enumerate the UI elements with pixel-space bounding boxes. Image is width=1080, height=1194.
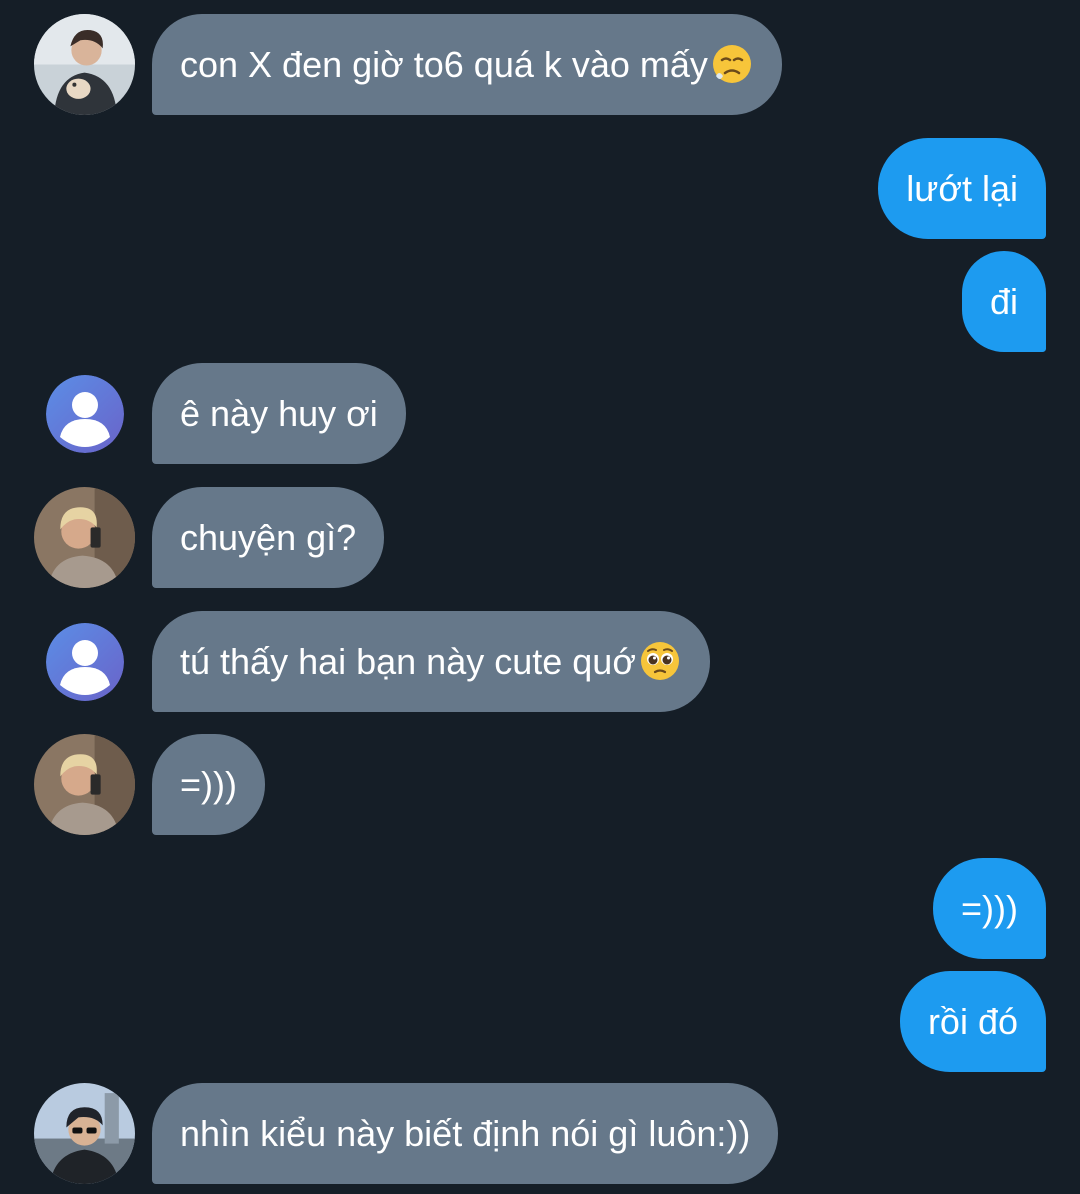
message-text: đi (989, 281, 1018, 322)
message-text: con X đen giờ to6 quá k vào mấy (180, 44, 708, 85)
message-bubble[interactable]: lướt lại (878, 138, 1046, 239)
message-text: ê này huy ơi (180, 393, 378, 434)
message-bubble[interactable]: =))) (152, 734, 265, 835)
pleading-face-emoji (638, 639, 682, 683)
message-bubble[interactable]: đi (961, 251, 1046, 352)
message-bubble[interactable]: =))) (933, 858, 1046, 959)
message-text: lướt lại (906, 168, 1018, 209)
message-text: rồi đó (927, 1001, 1018, 1042)
avatar-user-a[interactable] (34, 14, 135, 115)
message-bubble[interactable]: nhìn kiểu này biết định nói gì luôn:)) (152, 1083, 779, 1184)
message-bubble[interactable]: ê này huy ơi (152, 363, 406, 464)
message-bubble[interactable]: rồi đó (899, 971, 1046, 1072)
message-bubble[interactable]: chuyện gì? (152, 487, 385, 588)
message-text: =))) (180, 764, 237, 805)
avatar-user-b[interactable] (34, 487, 135, 588)
message-text: nhìn kiểu này biết định nói gì luôn:)) (180, 1113, 751, 1154)
message-text: =))) (961, 888, 1018, 929)
default-profile-icon[interactable] (46, 375, 124, 453)
message-bubble[interactable]: con X đen giờ to6 quá k vào mấy (152, 14, 782, 115)
default-profile-icon[interactable] (46, 623, 124, 701)
message-bubble[interactable]: tú thấy hai bạn này cute quớ (152, 611, 710, 712)
avatar-user-c[interactable] (34, 1083, 135, 1184)
avatar-user-b[interactable] (34, 734, 135, 835)
message-text: chuyện gì? (180, 517, 357, 558)
weary-face-emoji (710, 42, 754, 86)
message-text: tú thấy hai bạn này cute quớ (180, 641, 636, 682)
